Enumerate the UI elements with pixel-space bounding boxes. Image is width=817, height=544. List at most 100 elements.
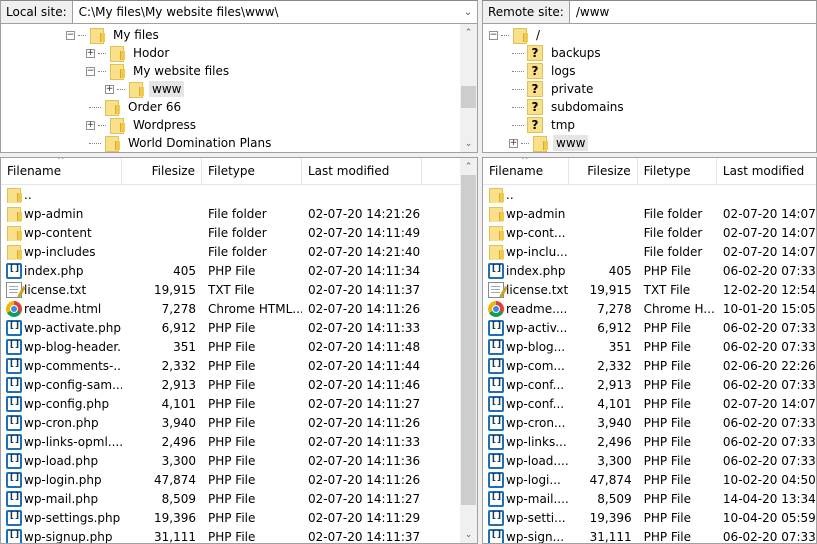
file-row[interactable]: wp-activate.php 6,912 PHP File 02-07-20 14:…: [1, 318, 477, 337]
expand-icon[interactable]: +: [105, 84, 114, 94]
tree-item-label: Hodor: [133, 46, 170, 60]
remote-site-path-input[interactable]: [569, 1, 816, 23]
scroll-up-icon[interactable]: ⌃: [460, 24, 477, 41]
file-row[interactable]: wp-cron... 3,940 PHP File 06-02-20 07:33:..…: [483, 413, 816, 432]
file-row[interactable]: wp-activ... 6,912 PHP File 06-02-20 07:33:.…: [483, 318, 816, 337]
file-row[interactable]: wp-conf... 4,101 PHP File 02-07-20 14:07:..…: [483, 394, 816, 413]
php-file-icon: [6, 262, 22, 279]
file-row[interactable]: wp-cron.php 3,940 PHP File 02-07-20 14:11:2…: [1, 413, 477, 432]
file-name-cell: wp-mail.php: [1, 490, 122, 507]
file-type: PHP File: [643, 320, 692, 335]
tree-item[interactable]: + Hodor: [86, 44, 172, 62]
remote-list-header: ^ Filename Filesize Filetype Last modifi…: [483, 158, 816, 185]
file-row[interactable]: ..: [1, 185, 477, 204]
tree-item[interactable]: − /: [489, 26, 543, 44]
file-name: license.txt: [506, 282, 569, 297]
file-name: wp-cont...: [506, 225, 566, 240]
file-row[interactable]: wp-config.php 4,101 PHP File 02-07-20 14:11…: [1, 394, 477, 413]
file-row[interactable]: index.php 405 PHP File 06-02-20 07:33:...: [483, 261, 816, 280]
file-row[interactable]: wp-login.php 47,874 PHP File 02-07-20 14:11…: [1, 470, 477, 489]
tree-connector: [512, 88, 524, 90]
file-row[interactable]: wp-links-opml.... 2,496 PHP File 02-07-20 1…: [1, 432, 477, 451]
file-row[interactable]: wp-sign... 31,111 PHP File 06-02-20 07:33:.…: [483, 527, 816, 544]
file-row[interactable]: wp-inclu... File folder 02-07-20 14:07:...: [483, 242, 816, 261]
file-row[interactable]: wp-comments-... 2,332 PHP File 02-07-20 14:…: [1, 356, 477, 375]
file-row[interactable]: wp-cont... File folder 02-07-20 14:07:...: [483, 223, 816, 242]
file-row[interactable]: wp-logi... 47,874 PHP File 10-02-20 04:50:.…: [483, 470, 816, 489]
scroll-down-icon[interactable]: ⌄: [460, 526, 477, 543]
column-header-filesize[interactable]: Filesize: [122, 158, 202, 184]
column-header-filesize[interactable]: Filesize: [569, 158, 638, 184]
file-row[interactable]: license.txt 19,915 TXT File 12-02-20 12:54:…: [483, 280, 816, 299]
scrollbar-thumb[interactable]: [461, 175, 476, 505]
file-row[interactable]: wp-load.php 3,300 PHP File 02-07-20 14:11:3…: [1, 451, 477, 470]
file-name-cell: wp-content: [1, 225, 122, 241]
file-modified: 02-07-20 14:11:36: [308, 453, 421, 468]
tree-item[interactable]: ? subdomains: [511, 98, 627, 116]
file-row[interactable]: wp-blog-header... 351 PHP File 02-07-20 14:…: [1, 337, 477, 356]
file-row[interactable]: wp-blog... 351 PHP File 06-02-20 07:33:...: [483, 337, 816, 356]
collapse-icon[interactable]: −: [66, 30, 75, 40]
tree-item[interactable]: + www: [509, 134, 589, 152]
tree-item[interactable]: − My files: [66, 26, 162, 44]
tree-item[interactable]: + www: [105, 80, 185, 98]
file-row[interactable]: wp-content File folder 02-07-20 14:11:49: [1, 223, 477, 242]
tree-item-label: My files: [113, 28, 159, 42]
file-row[interactable]: license.txt 19,915 TXT File 02-07-20 14:11:…: [1, 280, 477, 299]
scrollbar-thumb[interactable]: [461, 86, 476, 108]
file-row[interactable]: ..: [483, 185, 816, 204]
column-header-last-modified[interactable]: Last modified: [302, 158, 422, 184]
file-name-cell: wp-cron...: [483, 414, 569, 431]
column-header-filetype[interactable]: Filetype: [202, 158, 302, 184]
file-name: wp-links...: [506, 434, 567, 449]
collapse-icon[interactable]: −: [489, 30, 498, 40]
tree-item[interactable]: ? tmp: [511, 116, 578, 134]
file-row[interactable]: index.php 405 PHP File 02-07-20 14:11:34: [1, 261, 477, 280]
file-row[interactable]: wp-conf... 2,913 PHP File 06-02-20 07:33:..…: [483, 375, 816, 394]
file-row[interactable]: wp-config-sam... 2,913 PHP File 02-07-20 14…: [1, 375, 477, 394]
file-name: wp-config.php: [24, 396, 110, 411]
expand-icon[interactable]: +: [86, 48, 95, 58]
file-row[interactable]: wp-setti... 19,396 PHP File 10-04-20 05:59:…: [483, 508, 816, 527]
file-row[interactable]: wp-com... 2,332 PHP File 02-06-20 22:26:...: [483, 356, 816, 375]
column-header-filetype[interactable]: Filetype: [638, 158, 717, 184]
file-row[interactable]: wp-includes File folder 02-07-20 14:21:40: [1, 242, 477, 261]
local-list-scrollbar[interactable]: ⌃ ⌄: [460, 158, 477, 543]
tree-item[interactable]: Order 66: [88, 98, 184, 116]
file-row[interactable]: wp-mail.... 8,509 PHP File 14-04-20 13:34:.…: [483, 489, 816, 508]
file-row[interactable]: wp-signup.php 31,111 PHP File 02-07-20 14:1…: [1, 527, 477, 543]
file-row[interactable]: wp-mail.php 8,509 PHP File 02-07-20 14:11:2…: [1, 489, 477, 508]
file-name: wp-admin: [24, 206, 84, 221]
file-row[interactable]: wp-admin File folder 02-07-20 14:21:26: [1, 204, 477, 223]
tree-connector: [512, 106, 524, 108]
file-size: 2,332: [161, 358, 196, 373]
tree-item[interactable]: ? backups: [511, 44, 604, 62]
column-header-last-modified[interactable]: Last modified: [717, 158, 816, 184]
expand-icon[interactable]: +: [509, 138, 518, 148]
tree-item[interactable]: + Wordpress: [86, 116, 199, 134]
scroll-up-icon[interactable]: ⌃: [460, 158, 477, 175]
file-size: 4,101: [597, 396, 632, 411]
chevron-down-icon[interactable]: ⌄: [459, 1, 477, 23]
collapse-icon[interactable]: −: [86, 66, 95, 76]
file-row[interactable]: wp-settings.php 19,396 PHP File 02-07-20 14…: [1, 508, 477, 527]
tree-item[interactable]: − My website files: [86, 62, 232, 80]
file-row[interactable]: wp-admin File folder 02-07-20 14:07:...: [483, 204, 816, 223]
file-row[interactable]: readme.html 7,278 Chrome HTML... 02-07-20 1…: [1, 299, 477, 318]
file-modified: 06-02-20 07:33:...: [722, 529, 816, 544]
expand-icon[interactable]: +: [86, 120, 95, 130]
file-modified: 02-07-20 14:11:44: [308, 358, 421, 373]
tree-item[interactable]: ? logs: [511, 62, 579, 80]
local-site-path-input[interactable]: [72, 1, 459, 23]
file-row[interactable]: readme.... 7,278 Chrome H... 10-01-20 15:05…: [483, 299, 816, 318]
file-row[interactable]: wp-load.... 3,300 PHP File 06-02-20 07:33:.…: [483, 451, 816, 470]
folder-icon: [104, 135, 120, 152]
file-row[interactable]: wp-links... 2,496 PHP File 06-02-20 07:33:.…: [483, 432, 816, 451]
file-modified: 02-07-20 14:07:...: [722, 244, 816, 259]
tree-item[interactable]: World Domination Plans: [88, 134, 274, 152]
file-name: readme.html: [24, 301, 102, 316]
scroll-down-icon[interactable]: ⌄: [460, 135, 477, 152]
tree-item[interactable]: ? private: [511, 80, 596, 98]
file-name: wp-comments-...: [24, 358, 122, 373]
local-tree-scrollbar[interactable]: ⌃ ⌄: [460, 24, 477, 152]
